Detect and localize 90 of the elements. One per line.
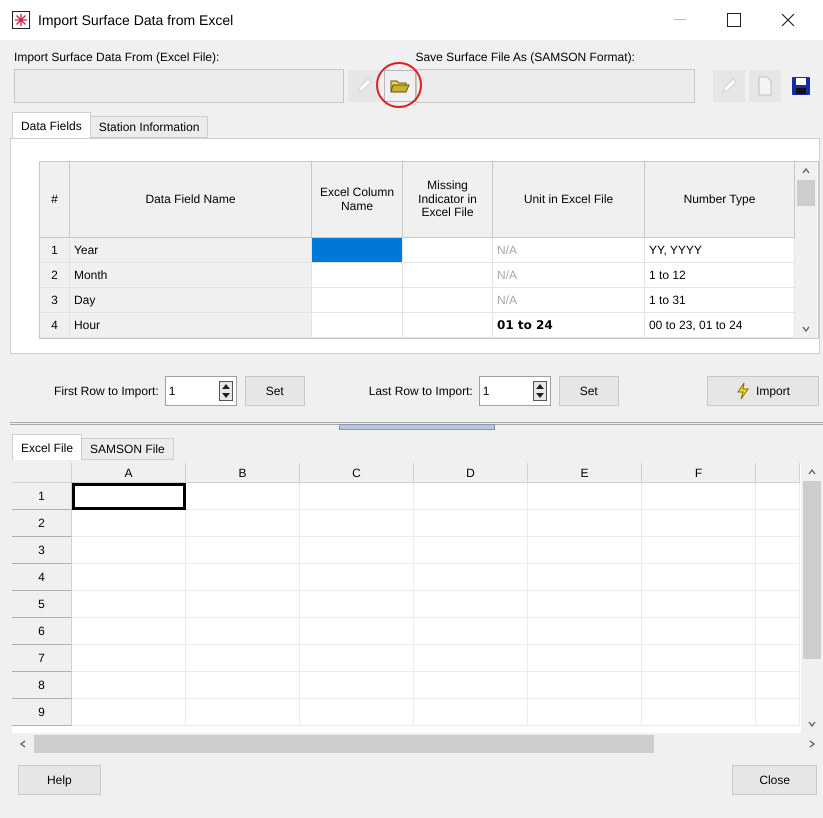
folder-icon [390,78,410,94]
set-button[interactable]: Set [244,376,305,406]
table-cell: N/A [493,288,645,313]
table-cell[interactable] [312,313,403,338]
close-button[interactable]: Close [732,765,817,795]
target-label: Save Surface File As (SAMSON Format): [416,50,636,66]
source-label: Import Surface Data From (Excel File): [14,50,220,66]
table-cell: Year [70,238,312,263]
scroll-up-icon[interactable] [801,166,811,176]
horizontal-scrollbar[interactable] [12,733,823,755]
scroll-up-icon[interactable] [807,467,817,477]
table-cell: Hour [70,313,312,338]
table-cell: Month [70,263,312,288]
column-header: Missing Indicator in Excel File [403,162,493,238]
scroll-right-icon[interactable] [807,739,817,749]
row-number: 4 [40,313,70,338]
table-cell[interactable] [312,288,403,313]
tab[interactable]: Excel File [12,434,82,460]
table-cell: 1 to 12 [645,263,795,288]
set-button[interactable]: Set [558,376,619,406]
column-header: Number Type [645,162,795,238]
table-cell: N/A [493,238,645,263]
column-header: Unit in Excel File [493,162,645,238]
scroll-left-icon[interactable] [18,739,28,749]
tab[interactable]: SAMSON File [81,438,174,460]
tab[interactable]: Data Fields [12,112,91,138]
target-path-field[interactable] [416,69,695,103]
row-number: 3 [40,288,70,313]
column-header[interactable]: F [642,463,756,483]
splitter-handle[interactable] [338,424,494,430]
scrollbar-thumb[interactable] [34,735,654,753]
column-header[interactable]: B [186,463,300,483]
column-header[interactable] [756,463,800,483]
row-header[interactable]: 2 [12,510,72,537]
row-header[interactable]: 9 [12,699,72,726]
document-icon [756,76,774,96]
last-row-spinner[interactable]: 1 [478,376,551,406]
open-file-button[interactable] [384,70,416,102]
table-cell: 00 to 23, 01 to 24 [645,313,795,338]
import-button[interactable]: Import [706,376,819,406]
table-cell: YY, YYYY [645,238,795,263]
first-row-label: First Row to Import: [54,384,159,398]
row-number: 2 [40,263,70,288]
close-icon [781,13,795,27]
table-cell: 01 to 24 [493,313,645,338]
scrollbar-thumb[interactable] [803,481,821,659]
app-icon [12,11,30,29]
table-cell[interactable] [403,288,493,313]
scrollbar-thumb[interactable] [797,180,815,206]
table-cell[interactable] [403,238,493,263]
row-header[interactable]: 5 [12,591,72,618]
corner-header [12,463,72,483]
scroll-down-icon[interactable] [807,719,817,729]
spin-arrows-icon[interactable] [532,381,547,401]
row-header[interactable]: 7 [12,645,72,672]
spin-arrows-icon[interactable] [218,381,233,401]
row-number: 1 [40,238,70,263]
row-header[interactable]: 1 [12,483,72,510]
vertical-scrollbar[interactable] [795,162,817,338]
lightning-icon [736,382,750,400]
column-header[interactable]: A [72,463,186,483]
column-header: # [40,162,70,238]
row-header[interactable]: 6 [12,618,72,645]
sheet-cell[interactable] [72,483,186,510]
column-header: Data Field Name [70,162,312,238]
column-header: Excel Column Name [312,162,403,238]
table-cell: 1 to 31 [645,288,795,313]
table-cell[interactable] [312,263,403,288]
maximize-icon [727,13,741,27]
table-cell[interactable] [312,238,403,263]
table-cell[interactable] [403,313,493,338]
window-title: Import Surface Data from Excel [38,12,234,28]
first-row-spinner[interactable]: 1 [164,376,237,406]
column-header[interactable]: D [414,463,528,483]
row-header[interactable]: 3 [12,537,72,564]
column-header[interactable]: E [528,463,642,483]
table-cell[interactable] [403,263,493,288]
table-cell: N/A [493,263,645,288]
source-path-field[interactable] [14,69,344,103]
table-cell: Day [70,288,312,313]
help-button[interactable]: Help [18,765,101,795]
pencil-icon [719,76,739,96]
edit-button[interactable] [348,70,380,102]
last-row-label: Last Row to Import: [368,384,473,398]
scroll-down-icon[interactable] [801,324,811,334]
row-header[interactable]: 4 [12,564,72,591]
tab[interactable]: Station Information [90,116,208,138]
row-header[interactable]: 8 [12,672,72,699]
column-header[interactable]: C [300,463,414,483]
minimize-icon [674,19,686,21]
